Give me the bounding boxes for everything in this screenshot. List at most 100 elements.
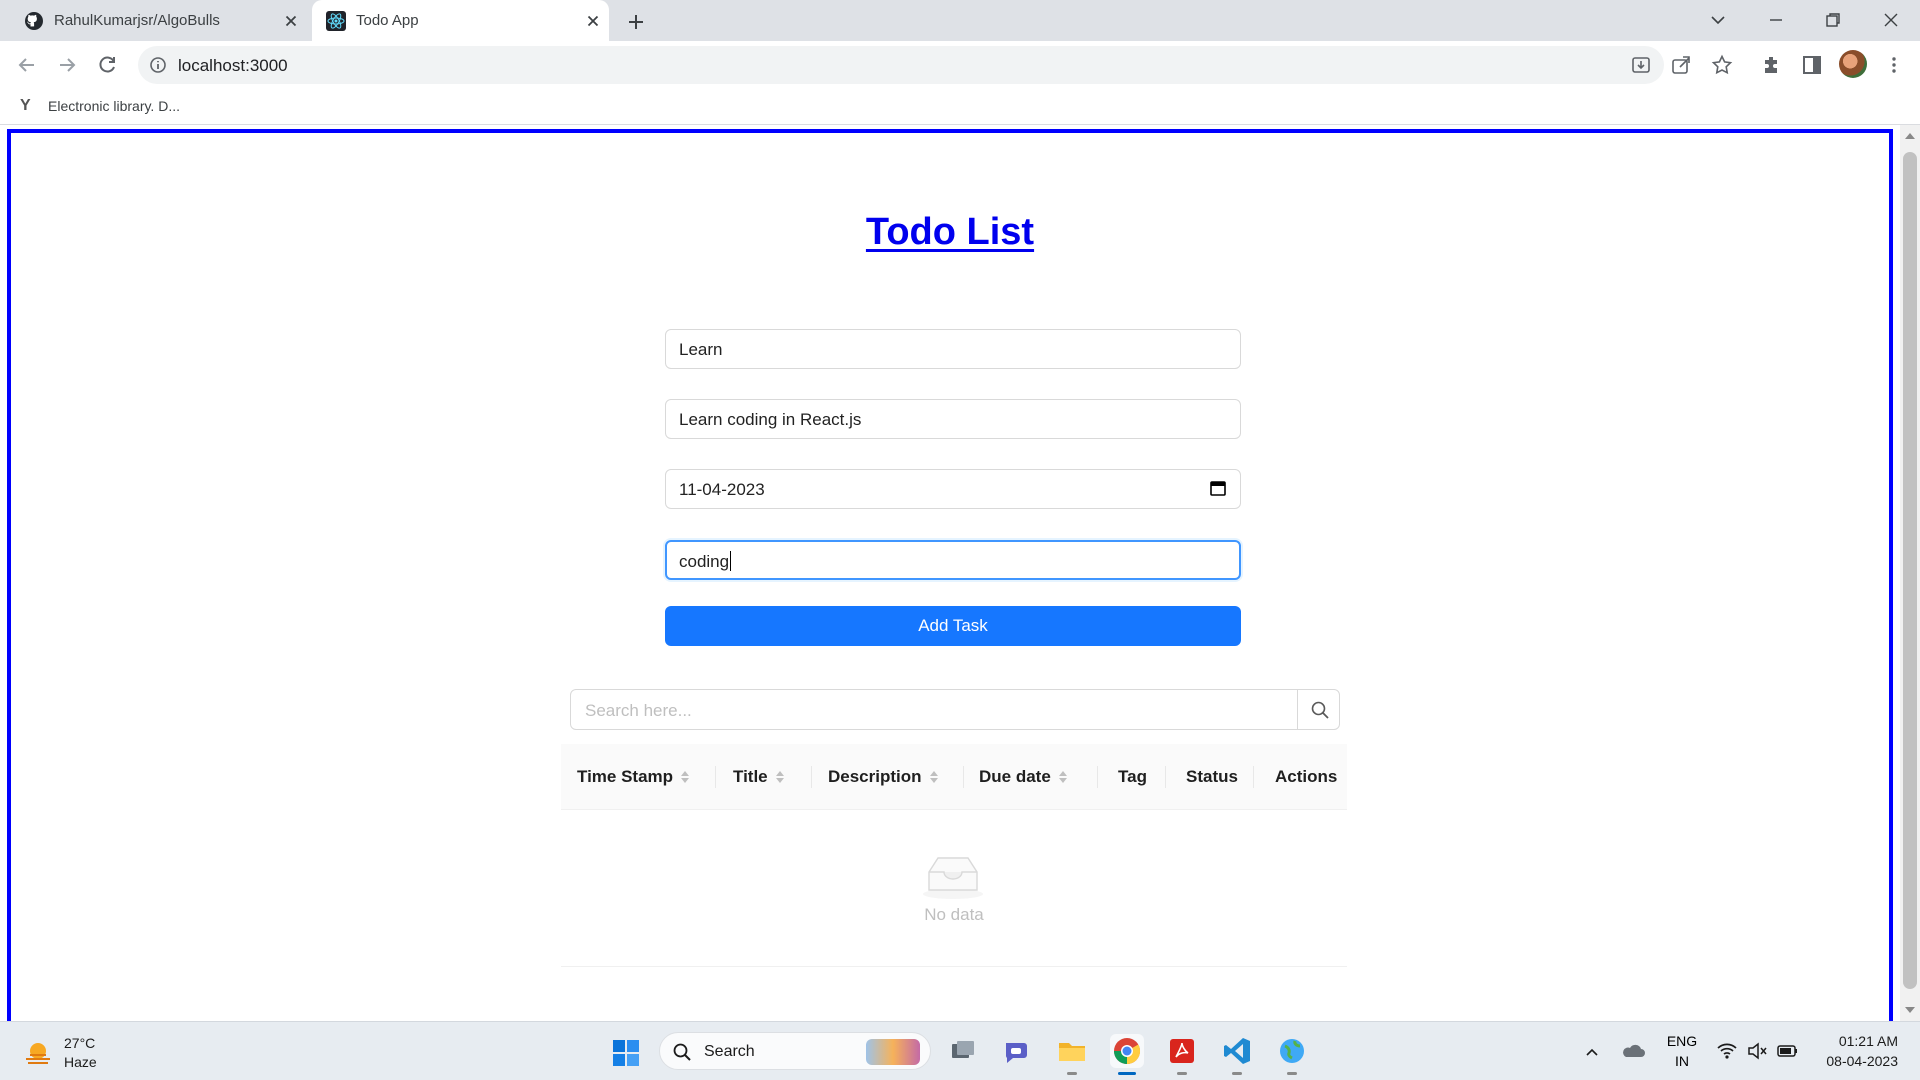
vscode-button[interactable] <box>1220 1034 1254 1075</box>
back-icon[interactable] <box>15 53 39 77</box>
tab-title: Todo App <box>356 12 419 29</box>
running-indicator <box>1177 1072 1187 1075</box>
column-label: Status <box>1186 767 1238 786</box>
language-code: ENG <box>1666 1033 1698 1049</box>
restore-icon[interactable] <box>1821 8 1845 32</box>
address-bar[interactable]: localhost:3000 <box>138 46 1664 84</box>
tab-github[interactable]: RahulKumarjsr/AlgoBulls <box>10 0 307 41</box>
sort-icon[interactable] <box>1058 769 1068 785</box>
scroll-down-arrow[interactable] <box>1905 1007 1915 1013</box>
search-input[interactable]: Search here... <box>585 701 692 721</box>
active-indicator <box>1118 1072 1136 1075</box>
windows-start-icon[interactable] <box>612 1039 640 1067</box>
bookmark-favicon: Y <box>20 97 31 114</box>
tag-input[interactable]: coding <box>665 540 1241 580</box>
close-tab-icon[interactable] <box>583 11 603 31</box>
profile-avatar[interactable] <box>1839 50 1867 78</box>
clock-date: 08-04-2023 <box>1826 1053 1898 1069</box>
description-input[interactable]: Learn coding in React.js <box>665 399 1241 439</box>
due-date-value: 11-04-2023 <box>679 480 765 499</box>
table-header: Time Stamp Title Description Due date Ta… <box>561 744 1347 810</box>
bookmark-item[interactable]: Y Electronic library. D... <box>20 96 180 116</box>
folder-icon <box>1059 1043 1085 1061</box>
taskbar-search-label: Search <box>704 1043 755 1060</box>
search-bar: Search here... <box>570 689 1340 730</box>
volume-muted-icon[interactable] <box>1746 1041 1768 1061</box>
menu-kebab-icon[interactable] <box>1882 53 1906 77</box>
column-label: Time Stamp <box>577 767 674 786</box>
scroll-thumb[interactable] <box>1903 152 1917 989</box>
sort-icon[interactable] <box>775 769 785 785</box>
scroll-up-arrow[interactable] <box>1905 133 1915 139</box>
globe-icon <box>1280 1039 1304 1063</box>
column-header-time-stamp[interactable]: Time Stamp <box>577 744 690 810</box>
acrobat-icon <box>1170 1039 1194 1063</box>
side-panel-icon[interactable] <box>1800 53 1824 77</box>
tab-search-icon[interactable] <box>1706 8 1730 32</box>
empty-inbox-icon <box>923 857 983 899</box>
column-divider <box>963 766 964 788</box>
file-explorer-button[interactable] <box>1055 1034 1089 1075</box>
share-icon[interactable] <box>1669 53 1693 77</box>
wifi-icon[interactable] <box>1716 1041 1738 1061</box>
task-view-icon <box>952 1041 974 1058</box>
running-indicator <box>1067 1072 1077 1075</box>
react-icon <box>326 11 346 31</box>
weather-temperature: 27°C <box>64 1035 96 1051</box>
column-header-tag: Tag <box>1118 744 1147 810</box>
add-task-button[interactable]: Add Task <box>665 606 1241 646</box>
minimize-icon[interactable] <box>1764 8 1788 32</box>
calendar-icon[interactable] <box>1209 479 1227 497</box>
column-header-status: Status <box>1186 744 1238 810</box>
chrome-button[interactable] <box>1110 1034 1144 1075</box>
column-divider <box>1253 766 1254 788</box>
site-info-icon[interactable] <box>148 55 168 75</box>
clock-time: 01:21 AM <box>1838 1033 1898 1049</box>
column-header-title[interactable]: Title <box>733 744 785 810</box>
column-divider <box>715 766 716 788</box>
teams-chat-button[interactable] <box>1000 1034 1034 1068</box>
bookmark-star-icon[interactable] <box>1710 53 1734 77</box>
search-button[interactable] <box>1297 689 1339 730</box>
weather-description: Haze <box>64 1054 97 1070</box>
browser-app-button[interactable] <box>1275 1034 1309 1075</box>
show-hidden-icons-icon[interactable] <box>1582 1042 1602 1062</box>
search-icon <box>1311 701 1329 719</box>
install-app-icon[interactable] <box>1629 53 1653 77</box>
column-header-due-date[interactable]: Due date <box>979 744 1068 810</box>
chat-icon <box>1006 1043 1027 1063</box>
tab-todo-app[interactable]: Todo App <box>312 0 609 41</box>
acrobat-button[interactable] <box>1165 1034 1199 1075</box>
title-input[interactable]: Learn <box>665 329 1241 369</box>
sort-icon[interactable] <box>680 769 690 785</box>
onedrive-cloud-icon[interactable] <box>1620 1040 1646 1062</box>
bookmarks-bar: Y Electronic library. D... <box>0 89 1920 125</box>
page-viewport: Todo List Learn Learn coding in React.js… <box>0 125 1920 1021</box>
language-indicator[interactable]: ENG IN <box>1664 1031 1700 1071</box>
close-tab-icon[interactable] <box>281 11 301 31</box>
due-date-input[interactable]: 11-04-2023 <box>665 469 1241 509</box>
url-text: localhost:3000 <box>178 56 288 75</box>
extensions-icon[interactable] <box>1760 53 1784 77</box>
task-view-button[interactable] <box>946 1034 980 1068</box>
weather-widget[interactable]: 27°C Haze <box>22 1034 97 1072</box>
column-header-description[interactable]: Description <box>828 744 939 810</box>
page-title[interactable]: Todo List <box>11 211 1889 254</box>
sort-icon[interactable] <box>929 769 939 785</box>
new-tab-icon[interactable] <box>624 10 648 34</box>
vertical-scrollbar[interactable] <box>1900 125 1920 1021</box>
taskbar-search[interactable]: Search <box>659 1032 931 1070</box>
column-header-actions: Actions <box>1275 744 1337 810</box>
system-clock[interactable]: 01:21 AM 08-04-2023 <box>1818 1031 1898 1071</box>
github-icon <box>25 12 43 30</box>
tag-input-value: coding <box>679 552 730 571</box>
close-window-icon[interactable] <box>1879 8 1903 32</box>
column-divider <box>1165 766 1166 788</box>
forward-icon[interactable] <box>55 53 79 77</box>
weather-haze-icon <box>26 1043 50 1064</box>
browser-toolbar: localhost:3000 <box>0 41 1920 89</box>
empty-text: No data <box>924 905 984 924</box>
battery-icon[interactable] <box>1776 1041 1800 1061</box>
reload-icon[interactable] <box>95 53 119 77</box>
region-code: IN <box>1675 1053 1689 1069</box>
